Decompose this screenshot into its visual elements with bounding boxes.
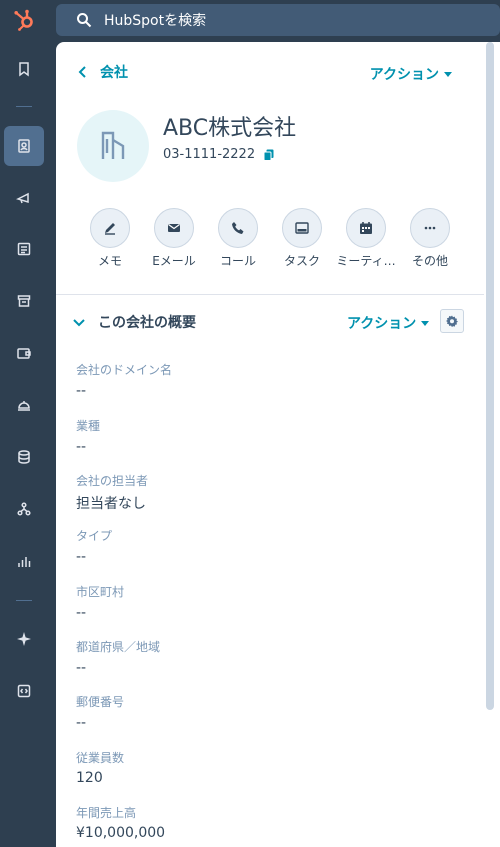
content-icon[interactable] xyxy=(4,229,44,269)
property-value-postal-code[interactable]: -- xyxy=(76,715,86,731)
company-name[interactable]: ABC株式会社 xyxy=(163,110,296,142)
property-value-employees[interactable]: 120 xyxy=(76,770,103,786)
chevron-left-icon xyxy=(78,66,86,78)
calendar-icon xyxy=(360,222,372,234)
task-icon xyxy=(295,222,309,234)
property-value-city[interactable]: -- xyxy=(76,605,86,621)
pencil-icon xyxy=(105,223,115,235)
commerce-icon[interactable] xyxy=(4,281,44,321)
record-actions-dropdown[interactable]: アクション xyxy=(370,64,452,84)
company-phone-number[interactable]: 03-1111-2222 xyxy=(163,147,255,162)
task-label: タスク xyxy=(283,254,320,268)
more-button[interactable] xyxy=(410,208,450,248)
rail-divider xyxy=(16,600,32,601)
wallet-icon[interactable] xyxy=(4,333,44,373)
phone-icon xyxy=(232,222,244,234)
more-icon xyxy=(424,226,436,230)
record-sidebar-panel: 会社 アクション ABC株式会社 03-1111-2222 メモ Eメール コー… xyxy=(56,42,500,847)
meeting-label: ミーティ… xyxy=(336,254,396,268)
rail-divider xyxy=(16,106,32,107)
property-label-city: 市区町村 xyxy=(76,585,125,599)
envelope-icon xyxy=(168,224,180,232)
megaphone-icon[interactable] xyxy=(4,178,44,218)
gear-icon xyxy=(446,315,458,327)
property-value-annual-revenue[interactable]: ¥10,000,000 xyxy=(76,825,165,841)
section-divider xyxy=(56,294,484,295)
property-label-prefecture: 都道府県／地域 xyxy=(76,640,161,654)
building-icon xyxy=(101,131,125,159)
sparkle-icon[interactable] xyxy=(4,619,44,659)
caret-down-icon xyxy=(421,320,430,326)
service-bell-icon[interactable] xyxy=(4,385,44,425)
task-button[interactable] xyxy=(282,208,322,248)
about-actions-dropdown[interactable]: アクション xyxy=(347,313,430,333)
note-button[interactable] xyxy=(90,208,130,248)
note-label: メモ xyxy=(97,254,122,268)
property-label-domain: 会社のドメイン名 xyxy=(76,363,173,377)
more-label: その他 xyxy=(411,254,448,268)
property-label-owner: 会社の担当者 xyxy=(76,474,149,488)
search-placeholder: HubSpotを検索 xyxy=(104,13,207,29)
workflow-icon[interactable] xyxy=(4,489,44,529)
property-value-domain[interactable]: -- xyxy=(76,383,86,399)
back-link-label: 会社 xyxy=(100,65,128,81)
back-to-companies-link[interactable]: 会社 xyxy=(76,62,128,82)
property-label-industry: 業種 xyxy=(76,419,101,433)
meeting-button[interactable] xyxy=(346,208,386,248)
contacts-icon[interactable] xyxy=(4,126,44,166)
property-value-owner[interactable]: 担当者なし xyxy=(76,493,146,513)
call-label: コール xyxy=(219,254,256,268)
email-label: Eメール xyxy=(152,254,196,268)
database-icon[interactable] xyxy=(4,437,44,477)
panel-scrollbar[interactable] xyxy=(486,42,494,710)
property-label-annual-revenue: 年間売上高 xyxy=(76,806,137,820)
property-label-postal-code: 郵便番号 xyxy=(76,695,125,709)
code-icon[interactable] xyxy=(4,671,44,711)
section-settings-button[interactable] xyxy=(440,309,464,333)
email-button[interactable] xyxy=(154,208,194,248)
property-value-type[interactable]: -- xyxy=(76,549,86,565)
left-nav-rail xyxy=(0,0,48,847)
hubspot-logo-icon[interactable] xyxy=(12,8,36,32)
bookmark-icon[interactable] xyxy=(4,49,44,89)
search-icon xyxy=(77,13,92,28)
property-label-employees: 従業員数 xyxy=(76,751,125,765)
about-section-title: この会社の概要 xyxy=(98,315,196,331)
property-value-prefecture[interactable]: -- xyxy=(76,660,86,676)
caret-down-icon xyxy=(444,71,452,77)
about-section-toggle[interactable]: この会社の概要 xyxy=(72,312,196,332)
record-actions-label: アクション xyxy=(369,67,439,83)
about-actions-label: アクション xyxy=(347,316,417,332)
company-phone: 03-1111-2222 xyxy=(163,147,275,162)
chevron-down-icon xyxy=(73,319,85,327)
property-label-type: タイプ xyxy=(76,529,113,543)
company-avatar xyxy=(77,110,149,182)
property-value-industry[interactable]: -- xyxy=(76,439,86,455)
global-search-input[interactable]: HubSpotを検索 xyxy=(56,4,500,36)
call-button[interactable] xyxy=(218,208,258,248)
copy-icon[interactable] xyxy=(263,149,275,161)
reports-icon[interactable] xyxy=(4,541,44,581)
